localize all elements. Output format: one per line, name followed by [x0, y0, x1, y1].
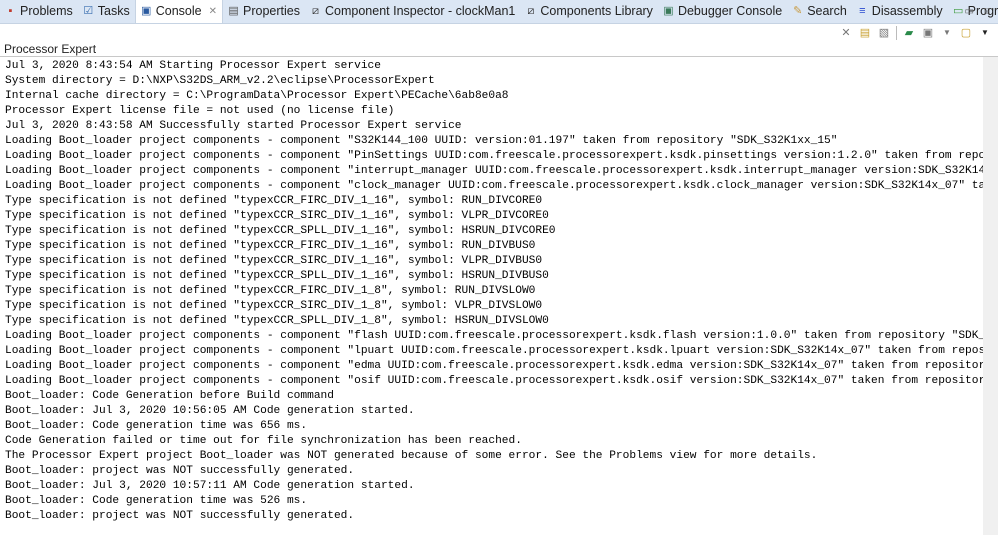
console-line: Loading Boot_loader project components -… — [5, 150, 983, 162]
console-line: Jul 3, 2020 8:43:58 AM Successfully star… — [5, 120, 462, 132]
console-title: Processor Expert — [4, 42, 97, 56]
display-console-icon[interactable]: ▣ — [921, 26, 935, 40]
console-line: Internal cache directory = C:\ProgramDat… — [5, 90, 509, 102]
search-icon: ✎ — [793, 4, 803, 17]
console-line: Boot_loader: Jul 3, 2020 10:56:05 AM Cod… — [5, 405, 415, 417]
pin-console-icon[interactable]: ▰ — [902, 26, 916, 40]
tab-label: Tasks — [97, 4, 130, 18]
tab-label: Console — [155, 4, 202, 18]
component-icon: ⧄ — [312, 4, 319, 17]
tab-tasks[interactable]: ☑ Tasks — [78, 0, 135, 23]
console-line: Loading Boot_loader project components -… — [5, 360, 983, 372]
tab-component-inspector-clockman1[interactable]: ⧄ Component Inspector - clockMan1 — [305, 0, 520, 23]
component-icon: ⧄ — [527, 4, 535, 17]
console-line: Type specification is not defined "typex… — [5, 270, 549, 282]
console-line: Boot_loader: project was NOT successfull… — [5, 465, 355, 477]
console-line: Jul 3, 2020 8:43:54 AM Starting Processo… — [5, 60, 381, 72]
vertical-scrollbar[interactable] — [983, 57, 998, 535]
console-text: Jul 3, 2020 8:43:54 AM Starting Processo… — [5, 59, 983, 524]
console-line: Type specification is not defined "typex… — [5, 255, 543, 267]
console-toolbar: ✕ ▤ ▧ ▰ ▣ ▼ ▢ ▼ — [839, 25, 992, 41]
console-line: Boot_loader: Code generation time was 65… — [5, 420, 308, 432]
scroll-lock-icon[interactable]: ▤ — [858, 26, 872, 40]
tasks-icon: ☑ — [83, 4, 94, 17]
console-line: Processor Expert license file = not used… — [5, 105, 395, 117]
console-line: Boot_loader: Jul 3, 2020 10:57:11 AM Cod… — [5, 480, 415, 492]
tab-label: Components Library — [540, 4, 653, 18]
console-line: Type specification is not defined "typex… — [5, 240, 536, 252]
minimize-icon[interactable]: ▭ — [965, 6, 974, 17]
chevron-down-icon[interactable]: ▼ — [978, 26, 992, 40]
open-console-icon[interactable]: ▢ — [959, 26, 973, 40]
tab-disassembly[interactable]: ≡ Disassembly — [852, 0, 948, 23]
word-wrap-icon[interactable]: ▧ — [877, 26, 891, 40]
tab-label: Properties — [243, 4, 300, 18]
window-controls: ▭ □ — [965, 6, 991, 17]
properties-icon: ▤ — [228, 4, 239, 17]
console-line: Type specification is not defined "typex… — [5, 285, 536, 297]
debugger-console-icon: ▣ — [663, 4, 674, 17]
console-line: System directory = D:\NXP\S32DS_ARM_v2.2… — [5, 75, 435, 87]
remove-launch-icon[interactable]: ✕ — [839, 26, 853, 40]
console-line: Loading Boot_loader project components -… — [5, 165, 983, 177]
console-output[interactable]: Jul 3, 2020 8:43:54 AM Starting Processo… — [0, 56, 998, 535]
tab-label: Search — [807, 4, 847, 18]
tab-label: Problems — [20, 4, 73, 18]
problems-icon: ▪ — [8, 4, 13, 17]
tab-label: Disassembly — [871, 4, 943, 18]
console-line: Boot_loader: Code Generation before Buil… — [5, 390, 334, 402]
console-icon: ▣ — [141, 4, 152, 17]
tab-components-library[interactable]: ⧄ Components Library — [520, 0, 658, 23]
toolbar-separator — [896, 26, 897, 40]
tab-problems[interactable]: ▪ Problems — [0, 0, 78, 23]
disassembly-icon: ≡ — [859, 4, 866, 17]
console-line: Type specification is not defined "typex… — [5, 210, 549, 222]
progress-icon: ▭ — [952, 4, 964, 17]
close-icon[interactable]: ✕ — [209, 6, 217, 17]
console-line: Type specification is not defined "typex… — [5, 300, 543, 312]
chevron-down-icon[interactable]: ▼ — [940, 26, 954, 40]
console-line: Code Generation failed or time out for f… — [5, 435, 522, 447]
console-line: Loading Boot_loader project components -… — [5, 330, 983, 342]
console-line: Loading Boot_loader project components -… — [5, 180, 983, 192]
tab-debugger-console[interactable]: ▣ Debugger Console — [658, 0, 787, 23]
console-line: Loading Boot_loader project components -… — [5, 375, 983, 387]
console-line: Boot_loader: Code generation time was 52… — [5, 495, 308, 507]
console-line: Type specification is not defined "typex… — [5, 315, 549, 327]
console-line: Type specification is not defined "typex… — [5, 225, 556, 237]
tab-label: Component Inspector - clockMan1 — [325, 4, 516, 18]
tab-search[interactable]: ✎ Search — [787, 0, 852, 23]
console-line: Loading Boot_loader project components -… — [5, 345, 983, 357]
console-line: Loading Boot_loader project components -… — [5, 135, 838, 147]
console-line: Type specification is not defined "typex… — [5, 195, 543, 207]
tab-console[interactable]: ▣ Console ✕ — [134, 0, 224, 23]
console-line: The Processor Expert project Boot_loader… — [5, 450, 818, 462]
view-tab-bar: ▪ Problems ☑ Tasks ▣ Console ✕ ▤ Properties ⧄ Comp… — [0, 0, 998, 24]
tab-properties[interactable]: ▤ Properties — [223, 0, 305, 23]
console-line: Boot_loader: project was NOT successfull… — [5, 510, 355, 522]
maximize-icon[interactable]: □ — [984, 6, 990, 17]
tab-label: Debugger Console — [677, 4, 783, 18]
